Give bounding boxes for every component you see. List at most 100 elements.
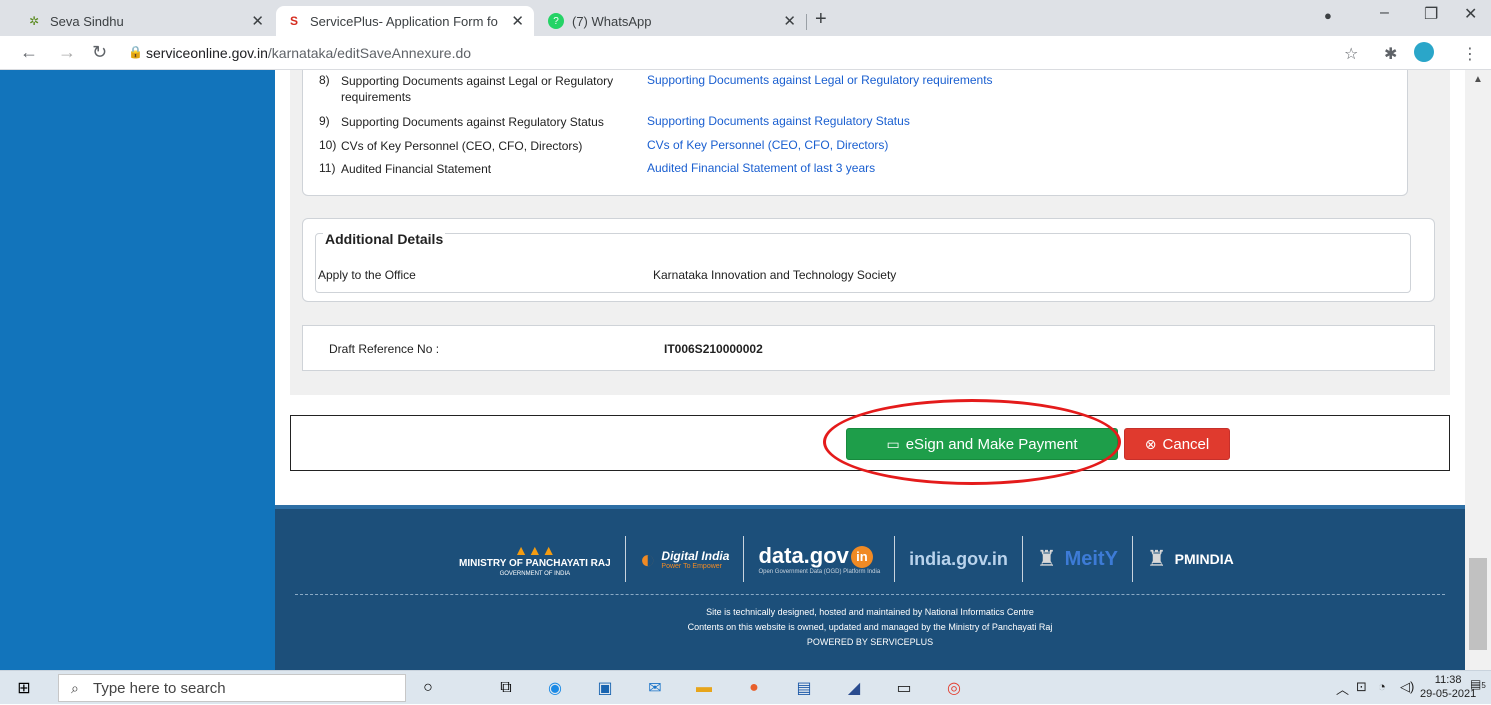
edge-browser-icon[interactable]: ◉ [541, 674, 569, 702]
document-link[interactable]: Supporting Documents against Legal or Re… [647, 73, 993, 105]
datagov-subtext: Open Government Data (OGD) Platform Indi… [758, 569, 881, 575]
bookmark-star-icon[interactable]: ☆ [1344, 44, 1358, 64]
close-tab-icon[interactable]: ✕ [251, 12, 264, 30]
draft-reference-label: Draft Reference No : [329, 342, 440, 356]
apply-office-label: Apply to the Office [318, 268, 416, 282]
clock-date: 29-05-2021 [1420, 688, 1477, 700]
digital-india-swirl-icon: ◐ [639, 543, 656, 574]
form-summary-area: 8) Supporting Documents against Legal or… [290, 70, 1450, 395]
national-emblem-icon: ♜ [1036, 546, 1057, 571]
file-explorer-icon[interactable]: ▬ [690, 674, 718, 702]
url-path: /karnataka/editSaveAnnexure.do [267, 45, 472, 61]
address-bar: ← → ↻ 🔒 serviceonline.gov.in/karnataka/e… [0, 36, 1491, 70]
page-viewport: 8) Supporting Documents against Legal or… [0, 70, 1491, 670]
notification-icon[interactable]: ▤5 [1470, 677, 1486, 691]
tray-device-icon[interactable]: ⊡ [1356, 679, 1367, 695]
lock-icon: 🔒 [128, 45, 143, 59]
document-name: Supporting Documents against Regulatory … [341, 115, 604, 129]
close-tab-icon[interactable]: ✕ [511, 12, 524, 30]
firefox-icon[interactable]: ● [740, 674, 768, 702]
datagov-in-badge-icon: in [850, 546, 873, 569]
draft-reference-panel: Draft Reference No : IT006S210000002 [302, 325, 1435, 371]
back-arrow-icon[interactable]: ← [20, 42, 38, 63]
document-link[interactable]: Audited Financial Statement of last 3 ye… [647, 161, 875, 177]
footer-credits: Site is technically designed, hosted and… [275, 605, 1465, 650]
national-emblem-icon: ♜ [1146, 546, 1167, 571]
document-number: 8) [319, 73, 330, 87]
new-tab-plus-icon[interactable]: + [815, 8, 827, 31]
tab-whatsapp[interactable]: ? (7) WhatsApp ✕ [538, 6, 806, 36]
pmindia-logo[interactable]: ♜ PMINDIA [1133, 546, 1248, 572]
mopr-emblem-icon: ▲▲▲ [514, 541, 556, 558]
close-tab-icon[interactable]: ✕ [783, 12, 796, 30]
document-row: 9) Supporting Documents against Regulato… [319, 114, 910, 130]
document-name: CVs of Key Personnel (CEO, CFO, Director… [341, 139, 583, 153]
digital-india-logo[interactable]: ◐ Digital India Power To Empower [626, 544, 744, 575]
restore-icon[interactable]: ❐ [1424, 4, 1438, 24]
cancel-button[interactable]: ⊗ Cancel [1124, 428, 1230, 460]
page-scrollbar[interactable]: ▲ [1465, 70, 1491, 670]
profile-dot-icon[interactable]: ● [1324, 8, 1332, 23]
mopr-logo[interactable]: ▲▲▲ MINISTRY OF PANCHAYATI RAJ GOVERNMEN… [445, 542, 625, 577]
close-window-icon[interactable]: ✕ [1464, 4, 1477, 24]
document-name: Supporting Documents against Legal or Re… [341, 74, 614, 104]
footer-line-2: Contents on this website is owned, updat… [687, 622, 1053, 632]
word-doc-icon[interactable]: ▤ [790, 674, 818, 702]
apply-office-value: Karnataka Innovation and Technology Soci… [653, 268, 897, 282]
meity-logo-text: MeitY [1064, 547, 1118, 570]
tab-title: Seva Sindhu [50, 13, 124, 29]
clock-time: 11:38 [1434, 674, 1462, 686]
additional-details-fieldset [315, 233, 1411, 293]
minimize-icon[interactable]: – [1380, 4, 1389, 22]
notification-count: 5 [1481, 681, 1486, 690]
annotation-ellipse [823, 399, 1121, 485]
system-clock[interactable]: 11:38 29-05-2021 [1420, 673, 1476, 701]
reload-icon[interactable]: ↻ [92, 42, 107, 63]
notepad-icon[interactable]: ◢ [840, 674, 868, 702]
document-link[interactable]: CVs of Key Personnel (CEO, CFO, Director… [647, 138, 888, 154]
document-number: 9) [319, 114, 330, 128]
search-icon: ⌕ [71, 680, 79, 696]
windows-taskbar: ⊞ ⌕ Type here to search ○ ⧉ ◉ ▣ ✉ ▬ ● ▤ … [0, 670, 1491, 704]
scroll-up-arrow-icon[interactable]: ▲ [1473, 74, 1483, 85]
tab-title: (7) WhatsApp [572, 13, 652, 29]
datagov-text: data.gov [758, 543, 849, 568]
extensions-puzzle-icon[interactable]: ✱ [1384, 44, 1397, 64]
mail-icon[interactable]: ✉ [641, 674, 669, 702]
chrome-icon[interactable]: ◎ [940, 674, 968, 702]
cancel-button-label: Cancel [1162, 435, 1210, 453]
digital-india-subtext: Power To Empower [661, 562, 722, 570]
profile-avatar-icon[interactable] [1414, 42, 1434, 62]
document-number: 11) [319, 161, 336, 175]
meity-logo[interactable]: ♜ MeitY [1023, 546, 1132, 572]
menu-dots-icon[interactable]: ⋮ [1462, 44, 1478, 64]
volume-icon[interactable]: ◁) [1400, 679, 1414, 695]
forward-arrow-icon[interactable]: → [58, 42, 76, 63]
cortana-circle-icon[interactable]: ○ [414, 674, 442, 702]
url-field[interactable]: serviceonline.gov.in/karnataka/editSaveA… [146, 45, 471, 61]
india-gov-logo[interactable]: india.gov.in [895, 549, 1022, 570]
document-row: 8) Supporting Documents against Legal or… [319, 73, 993, 105]
tab-seva-sindhu[interactable]: ✲ Seva Sindhu ✕ [16, 6, 274, 36]
digital-india-text: Digital India [661, 548, 730, 563]
scrollbar-thumb[interactable] [1469, 558, 1487, 650]
wifi-icon[interactable]: ◔ [1378, 679, 1386, 694]
additional-details-panel: Additional Details [302, 218, 1435, 302]
document-row: 10) CVs of Key Personnel (CEO, CFO, Dire… [319, 138, 888, 154]
document-link[interactable]: Supporting Documents against Regulatory … [647, 114, 910, 130]
taskbar-search-box[interactable]: ⌕ Type here to search [58, 674, 406, 702]
document-name: Audited Financial Statement [341, 162, 492, 176]
tray-chevron-icon[interactable]: ︿ [1336, 679, 1349, 698]
store-bag-icon[interactable]: ▣ [591, 674, 619, 702]
tab-serviceplus[interactable]: S ServicePlus- Application Form fo ✕ [276, 6, 534, 36]
documents-panel: 8) Supporting Documents against Legal or… [302, 70, 1408, 196]
terminal-icon[interactable]: ▭ [890, 674, 918, 702]
datagov-logo[interactable]: data.gov in Open Government Data (OGD) Pl… [744, 543, 894, 575]
browser-tab-strip: ✲ Seva Sindhu ✕ S ServicePlus- Applicati… [0, 0, 1491, 36]
task-view-icon[interactable]: ⧉ [492, 674, 520, 702]
windows-start-icon[interactable]: ⊞ [0, 671, 48, 705]
url-host: serviceonline.gov.in [146, 45, 268, 61]
document-row: 11) Audited Financial Statement Audited … [319, 161, 875, 177]
partner-logos: ▲▲▲ MINISTRY OF PANCHAYATI RAJ GOVERNMEN… [445, 529, 1345, 589]
draft-reference-value: IT006S210000002 [664, 342, 763, 356]
